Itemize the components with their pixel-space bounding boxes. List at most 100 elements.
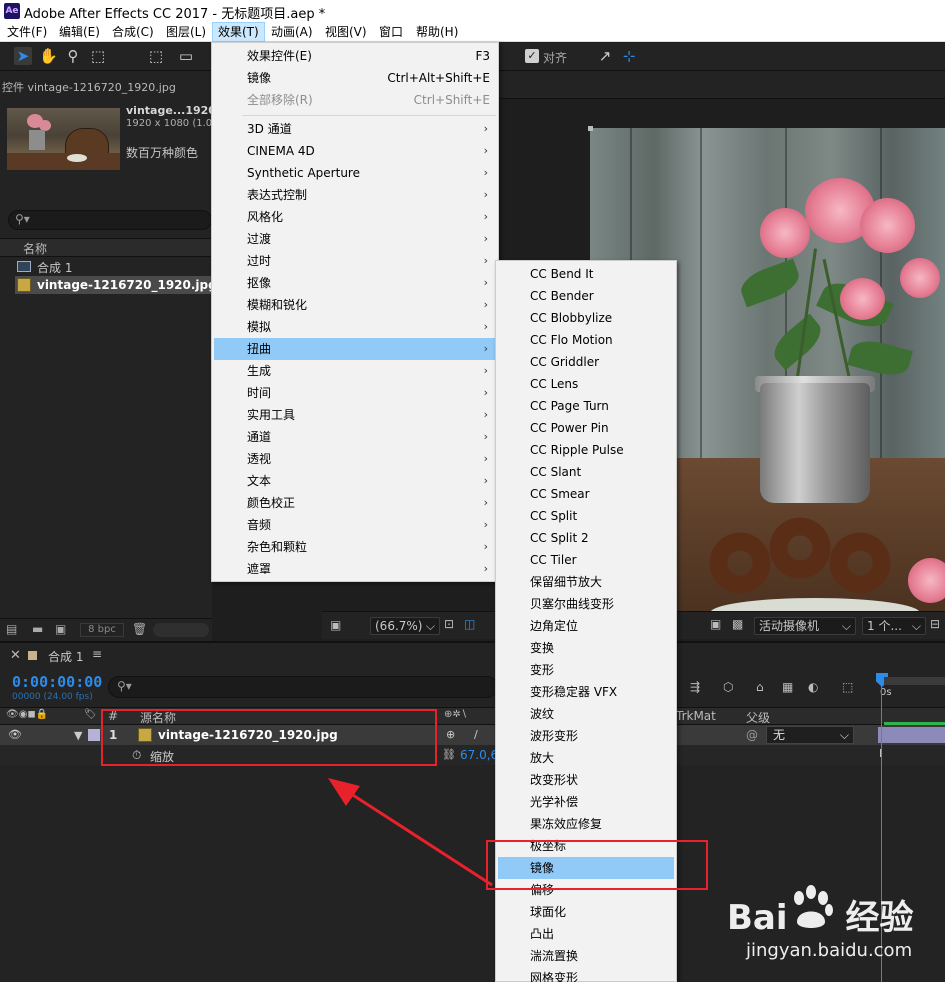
menu-perspective[interactable]: 透视 › <box>214 448 496 470</box>
menu-stylize[interactable]: 风格化 › <box>214 206 496 228</box>
submenu-item[interactable]: CC Power Pin <box>498 417 674 439</box>
column-name[interactable]: 名称 <box>23 240 47 257</box>
menu-mirror-recent[interactable]: 镜像 Ctrl+Alt+Shift+E <box>214 67 496 89</box>
region-icon[interactable]: ▣ <box>710 617 721 631</box>
menu-window[interactable]: 窗口 <box>374 22 408 42</box>
menu-transition[interactable]: 过渡 › <box>214 228 496 250</box>
mask-visibility-icon[interactable]: ◫ <box>464 617 475 631</box>
constrain-link-icon[interactable]: ⛓ <box>442 748 456 761</box>
menu-matte[interactable]: 遮罩 › <box>214 558 496 580</box>
transparency-grid-icon[interactable]: ▩ <box>732 617 743 631</box>
submenu-item[interactable]: 波纹 <box>498 703 674 725</box>
comp-flowchart-icon[interactable]: ⇶ <box>690 680 700 694</box>
expand-toggle-icon[interactable]: ▼ <box>74 729 82 742</box>
submenu-item[interactable]: CC Flo Motion <box>498 329 674 351</box>
submenu-item[interactable]: CC Ripple Pulse <box>498 439 674 461</box>
menu-color-correction[interactable]: 颜色校正 › <box>214 492 496 514</box>
always-preview-icon[interactable]: ▣ <box>330 618 341 632</box>
submenu-item[interactable]: 果冻效应修复 <box>498 813 674 835</box>
menu-icon[interactable]: ≡ <box>92 647 102 661</box>
menu-help[interactable]: 帮助(H) <box>411 22 463 42</box>
new-composition-icon[interactable]: ▣ <box>55 622 66 636</box>
menu-text[interactable]: 文本 › <box>214 470 496 492</box>
work-area-bar[interactable] <box>884 677 945 685</box>
submenu-item[interactable]: 改变形状 <box>498 769 674 791</box>
pan-behind-icon[interactable]: ⬚ <box>147 47 165 65</box>
submenu-item[interactable]: 球面化 <box>498 901 674 923</box>
submenu-item[interactable]: 变换 <box>498 637 674 659</box>
snap-icon[interactable]: ↗ <box>596 47 614 65</box>
quality-switch-icon[interactable]: ∕ <box>474 728 478 741</box>
parent-dropdown[interactable]: 无 ⌵ <box>766 726 854 744</box>
submenu-item[interactable]: CC Split 2 <box>498 527 674 549</box>
submenu-item[interactable]: 网格变形 <box>498 967 674 982</box>
zoom-dropdown[interactable]: (66.7%) ⌵ <box>370 617 440 635</box>
menu-file[interactable]: 文件(F) <box>2 22 52 42</box>
close-icon[interactable]: ✕ <box>10 648 21 663</box>
menu-time[interactable]: 时间 › <box>214 382 496 404</box>
orbit-camera-icon[interactable]: ⬚ <box>89 47 107 65</box>
menu-noise-grain[interactable]: 杂色和颗粒 › <box>214 536 496 558</box>
camera-dropdown[interactable]: 活动摄像机 ⌵ <box>754 617 856 635</box>
draft-3d-icon[interactable]: ⬡ <box>723 680 733 694</box>
fast-preview-icon[interactable]: ⊟ <box>930 617 940 631</box>
menu-effect-controls[interactable]: 效果控件(E) F3 <box>214 45 496 67</box>
tab-composition[interactable]: 合成 1 <box>48 648 83 665</box>
submenu-item[interactable]: 湍流置换 <box>498 945 674 967</box>
submenu-item[interactable]: CC Split <box>498 505 674 527</box>
bpc-button[interactable]: 8 bpc <box>80 623 124 637</box>
shy-layers-icon[interactable]: ⌂ <box>756 680 764 694</box>
trash-icon[interactable]: 🗑 <box>132 622 147 636</box>
submenu-item[interactable]: 边角定位 <box>498 615 674 637</box>
hand-tool-icon[interactable]: ✋ <box>39 47 58 65</box>
layer-duration-bar[interactable] <box>878 727 945 743</box>
motion-blur-icon[interactable]: ◐ <box>808 680 818 694</box>
submenu-item[interactable]: 保留细节放大 <box>498 571 674 593</box>
frame-blending-icon[interactable]: ▦ <box>782 680 793 694</box>
menu-layer[interactable]: 图层(L) <box>161 22 211 42</box>
menu-cinema-4d[interactable]: CINEMA 4D › <box>214 140 496 162</box>
submenu-item[interactable]: 变形 <box>498 659 674 681</box>
menu-distort[interactable]: 扭曲 › <box>214 338 496 360</box>
submenu-item[interactable]: 放大 <box>498 747 674 769</box>
layer-label-color[interactable] <box>88 729 100 741</box>
project-search-input[interactable]: ⚲▾ <box>8 210 212 230</box>
submenu-item[interactable]: 光学补偿 <box>498 791 674 813</box>
menu-audio[interactable]: 音频 › <box>214 514 496 536</box>
menu-generate[interactable]: 生成 › <box>214 360 496 382</box>
submenu-item[interactable]: CC Slant <box>498 461 674 483</box>
menu-edit[interactable]: 编辑(E) <box>54 22 105 42</box>
submenu-item[interactable]: CC Bend It <box>498 263 674 285</box>
menu-simulation[interactable]: 模拟 › <box>214 316 496 338</box>
menu-channel[interactable]: 通道 › <box>214 426 496 448</box>
submenu-item[interactable]: 变形稳定器 VFX <box>498 681 674 703</box>
menu-expression-controls[interactable]: 表达式控制 › <box>214 184 496 206</box>
graph-editor-icon[interactable]: ⬚ <box>842 680 853 694</box>
submenu-item[interactable]: CC Tiler <box>498 549 674 571</box>
project-item-footage[interactable]: vintage-1216720_1920.jpg <box>37 278 217 292</box>
submenu-item[interactable]: CC Bender <box>498 285 674 307</box>
selection-tool-icon[interactable]: ➤ <box>14 47 32 65</box>
timeline-search-input[interactable]: ⚲▾ <box>108 676 498 698</box>
submenu-item[interactable]: CC Smear <box>498 483 674 505</box>
views-dropdown[interactable]: 1 个... ⌵ <box>862 617 926 635</box>
submenu-item[interactable]: CC Blobbylize <box>498 307 674 329</box>
menu-blur-sharpen[interactable]: 模糊和锐化 › <box>214 294 496 316</box>
grid-icon[interactable]: ⊹ <box>620 47 638 65</box>
visibility-eye-icon[interactable]: 👁 <box>8 728 22 741</box>
shy-switch-icon[interactable]: ⊕ <box>446 728 455 741</box>
effect-controls-tab[interactable]: 控件 vintage-1216720_1920.jpg <box>2 79 176 95</box>
menu-obsolete[interactable]: 过时 › <box>214 250 496 272</box>
submenu-item[interactable]: CC Griddler <box>498 351 674 373</box>
submenu-item[interactable]: CC Page Turn <box>498 395 674 417</box>
project-scrollbar[interactable] <box>153 623 209 637</box>
pickwhip-icon[interactable]: @ <box>746 728 758 742</box>
menu-view[interactable]: 视图(V) <box>320 22 372 42</box>
menu-remove-all[interactable]: 全部移除(R) Ctrl+Shift+E <box>214 89 496 111</box>
submenu-item[interactable]: 贝塞尔曲线变形 <box>498 593 674 615</box>
align-checkbox[interactable]: ✓ <box>525 49 539 63</box>
submenu-item[interactable]: 波形变形 <box>498 725 674 747</box>
fit-icon[interactable]: ⊡ <box>444 617 454 631</box>
new-folder-icon[interactable]: ▬ <box>32 622 43 636</box>
menu-keying[interactable]: 抠像 › <box>214 272 496 294</box>
